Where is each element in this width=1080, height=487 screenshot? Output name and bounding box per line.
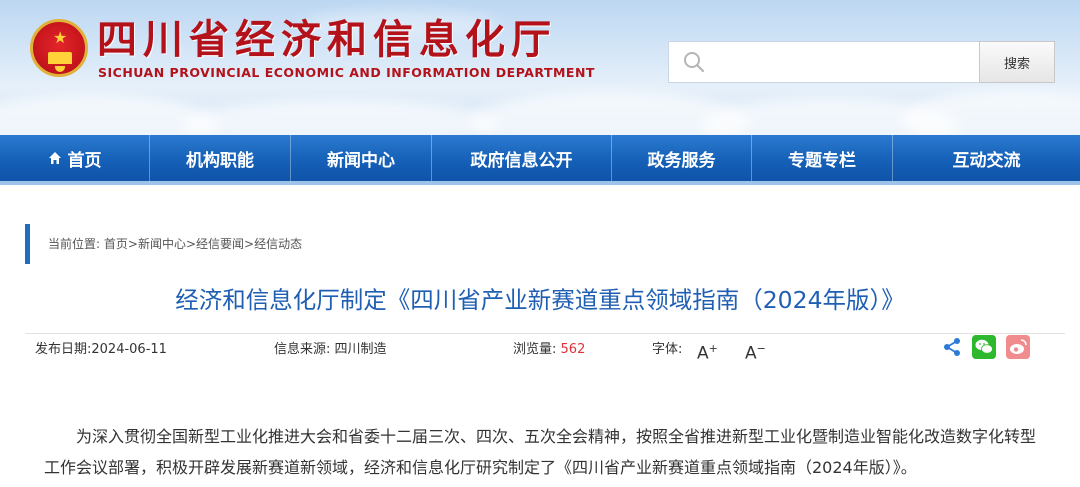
nav-item-label: 机构职能 bbox=[186, 150, 254, 171]
national-emblem-logo[interactable]: ★ bbox=[30, 19, 88, 77]
share-icon[interactable] bbox=[942, 337, 962, 357]
breadcrumb: 当前位置: 首页>新闻中心>经信要闻>经信动态 bbox=[48, 236, 302, 252]
breadcrumb-link-news[interactable]: 新闻中心 bbox=[138, 237, 186, 251]
article-body-paragraph: 为深入贯彻全国新型工业化推进大会和省委十二届三次、四次、五次全会精神，按照全省推… bbox=[44, 427, 1037, 477]
breadcrumb-link-home[interactable]: 首页 bbox=[104, 237, 128, 251]
font-increase-glyph: A bbox=[697, 343, 709, 364]
search-box[interactable] bbox=[668, 41, 979, 83]
nav-item-label: 专题专栏 bbox=[788, 150, 856, 171]
font-increase-sign: + bbox=[708, 342, 718, 355]
breadcrumb-prefix: 当前位置: bbox=[48, 237, 101, 251]
home-icon bbox=[48, 152, 61, 164]
site-header: ★ 四川省经济和信息化厅 SICHUAN PROVINCIAL ECONOMIC… bbox=[0, 0, 1080, 135]
nav-item-news[interactable]: 新闻中心 bbox=[291, 135, 432, 181]
info-source-label: 信息来源: bbox=[274, 342, 331, 357]
nav-item-topics[interactable]: 专题专栏 bbox=[752, 135, 893, 181]
font-decrease-button[interactable]: A− bbox=[745, 337, 766, 366]
search-input[interactable] bbox=[715, 42, 975, 82]
breadcrumb-accent-bar bbox=[25, 224, 30, 264]
view-count-value: 562 bbox=[560, 342, 586, 357]
view-count-label: 浏览量: bbox=[513, 342, 557, 357]
publish-date-label: 发布日期: bbox=[35, 342, 92, 357]
info-source-value: 四川制造 bbox=[334, 342, 387, 357]
nav-item-functions[interactable]: 机构职能 bbox=[150, 135, 291, 181]
nav-item-label: 政府信息公开 bbox=[470, 150, 573, 171]
nav-item-label: 首页 bbox=[67, 150, 102, 171]
wechat-icon[interactable] bbox=[972, 335, 996, 359]
font-size-label: 字体: bbox=[652, 342, 683, 357]
nav-item-label: 政务服务 bbox=[647, 150, 716, 171]
nav-item-home[interactable]: 首页 bbox=[0, 135, 150, 181]
breadcrumb-separator: > bbox=[185, 237, 197, 251]
nav-item-info-disclosure[interactable]: 政府信息公开 bbox=[432, 135, 612, 181]
article-title: 经济和信息化厅制定《四川省产业新赛道重点领域指南（2024年版）》 bbox=[175, 286, 905, 314]
search-button[interactable]: 搜索 bbox=[979, 41, 1055, 83]
site-subtitle: SICHUAN PROVINCIAL ECONOMIC AND INFORMAT… bbox=[98, 65, 595, 80]
publish-date: 发布日期:2024-06-11 bbox=[35, 341, 167, 359]
font-increase-button[interactable]: A+ bbox=[697, 337, 718, 366]
info-source: 信息来源: 四川制造 bbox=[274, 341, 387, 359]
nav-item-services[interactable]: 政务服务 bbox=[612, 135, 752, 181]
title-divider bbox=[25, 333, 1065, 334]
nav-item-label: 新闻中心 bbox=[327, 150, 395, 171]
nav-item-label: 互动交流 bbox=[952, 150, 1021, 171]
font-decrease-glyph: A bbox=[745, 343, 757, 364]
font-decrease-sign: − bbox=[756, 342, 766, 355]
main-nav: 首页 机构职能 新闻中心 政府信息公开 政务服务 专题专栏 互动交流 bbox=[0, 135, 1080, 185]
breadcrumb-separator: > bbox=[244, 237, 255, 251]
breadcrumb-separator: > bbox=[127, 237, 138, 251]
view-count: 浏览量: 562 bbox=[513, 341, 585, 359]
nav-item-interaction[interactable]: 互动交流 bbox=[893, 135, 1080, 181]
search-icon bbox=[684, 52, 705, 73]
weibo-icon[interactable] bbox=[1006, 335, 1030, 359]
breadcrumb-link-headlines[interactable]: 经信要闻 bbox=[196, 237, 244, 251]
publish-date-value: 2024-06-11 bbox=[91, 342, 167, 357]
breadcrumb-link-updates[interactable]: 经信动态 bbox=[254, 237, 302, 251]
site-title[interactable]: 四川省经济和信息化厅 bbox=[97, 16, 557, 64]
